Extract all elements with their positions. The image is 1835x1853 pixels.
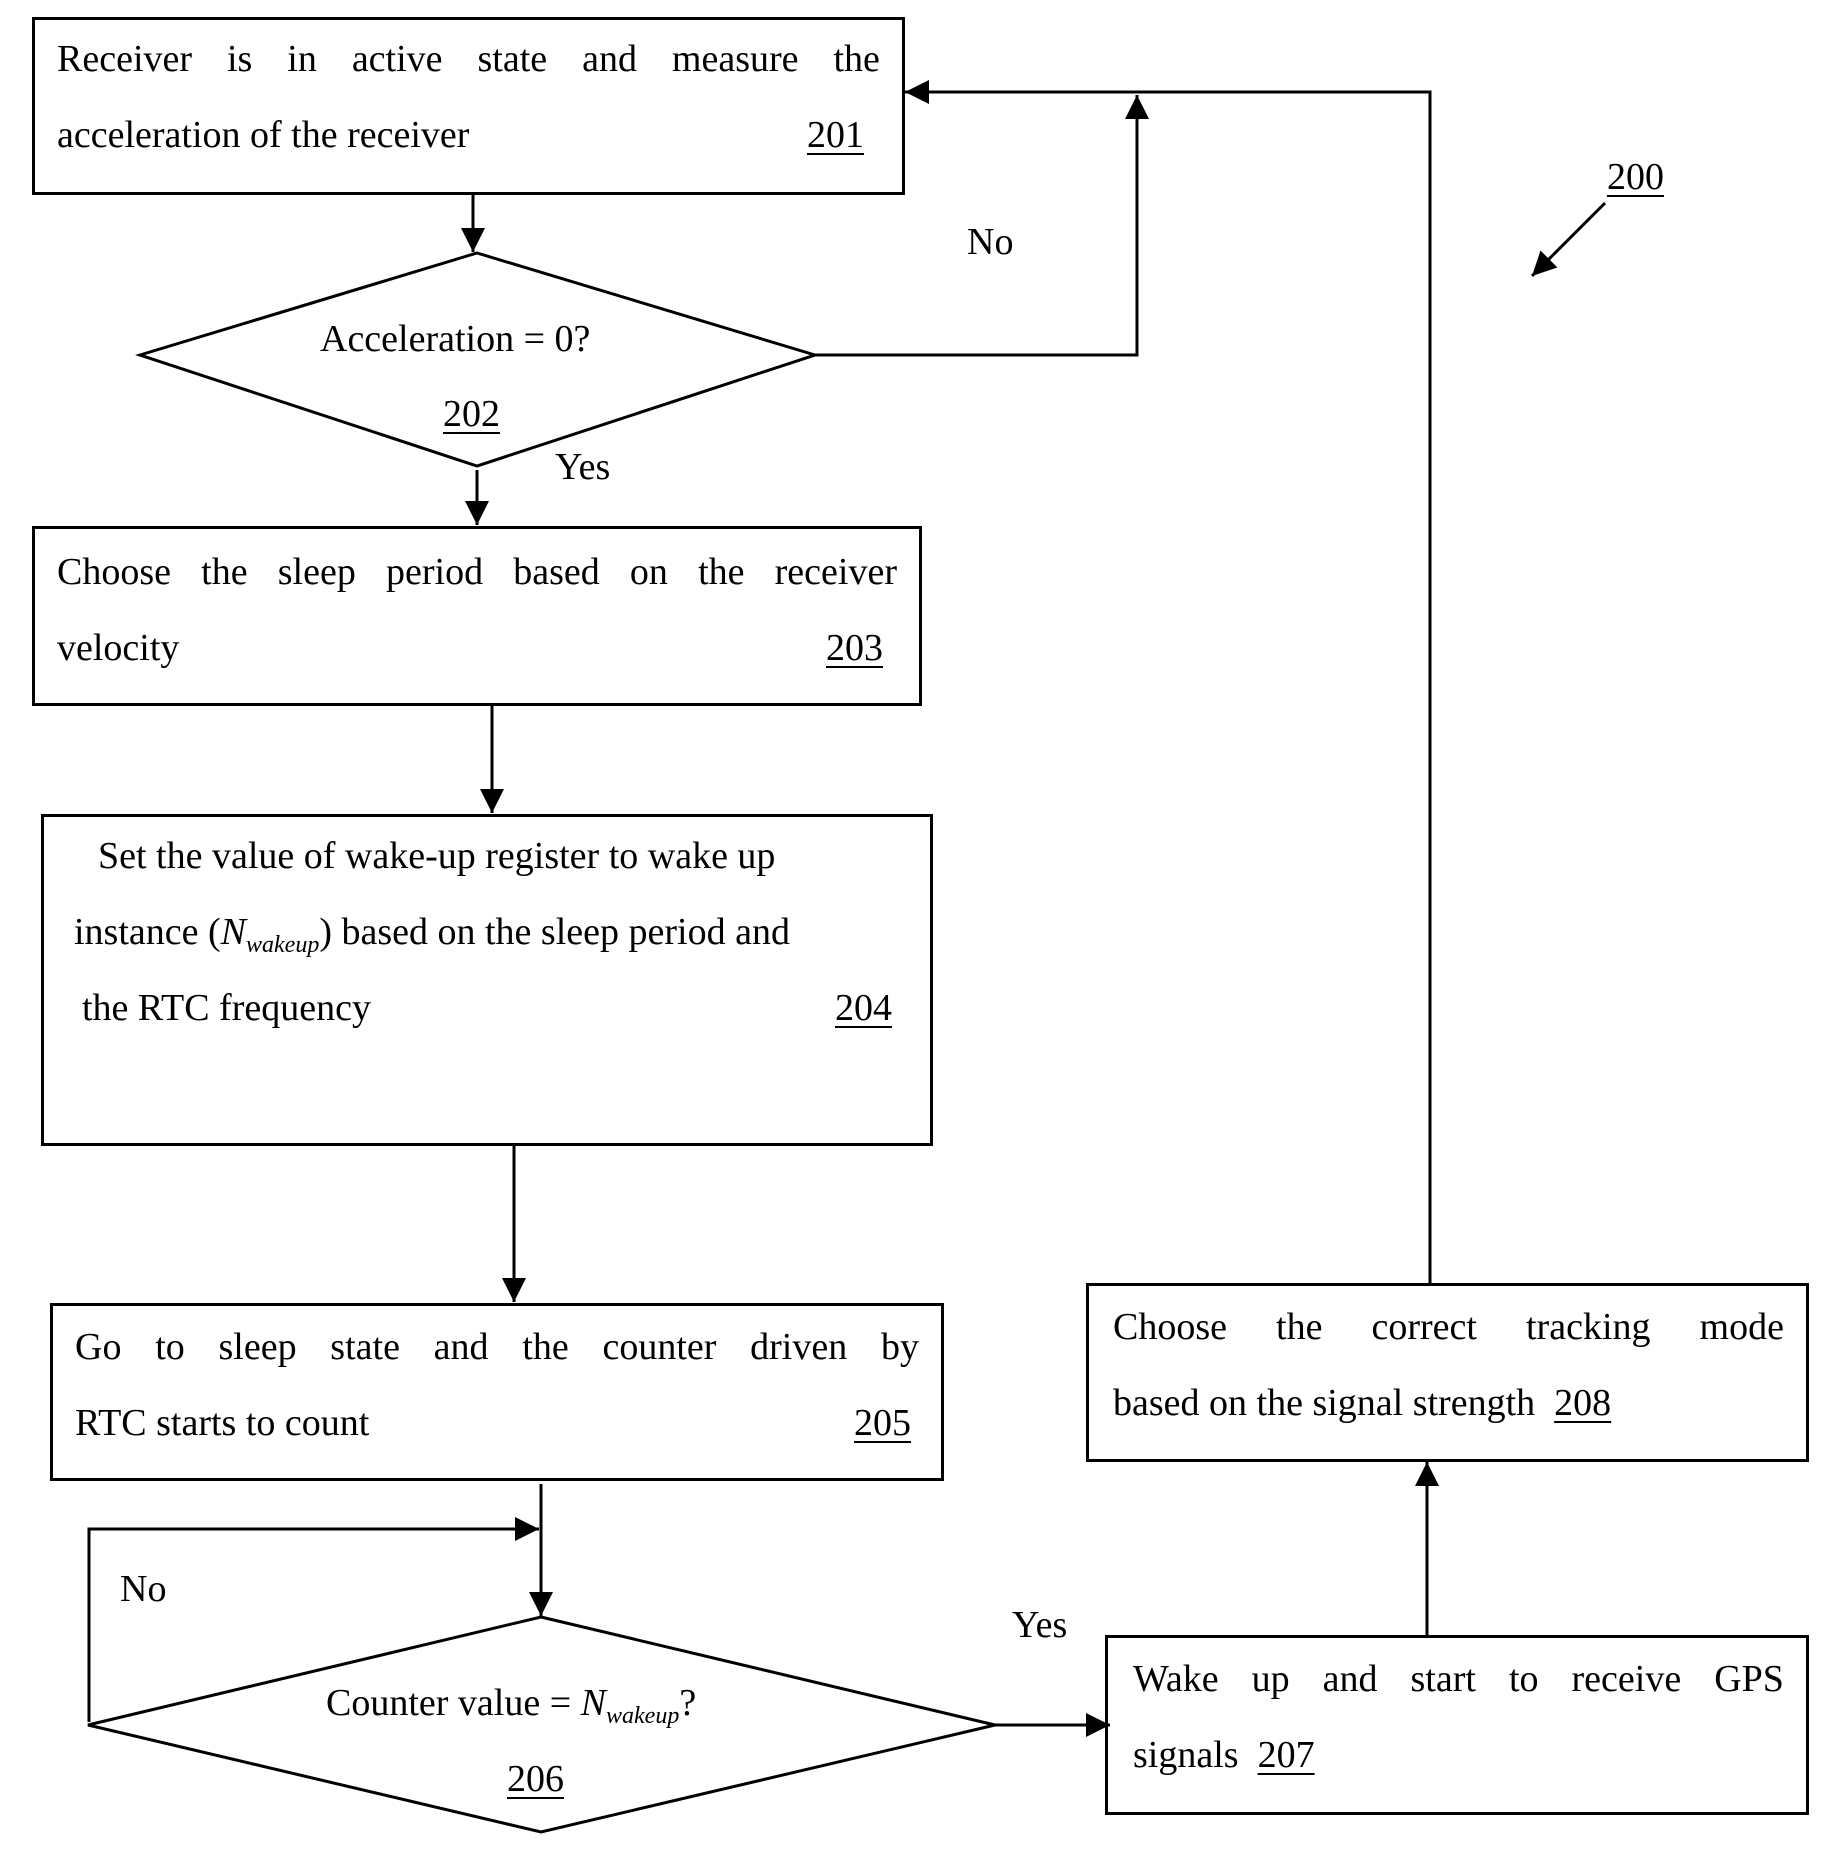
word: up <box>1251 1658 1290 1700</box>
word: and <box>433 1326 489 1368</box>
word: Go <box>75 1326 122 1368</box>
decision-206-no-label: No <box>120 1568 167 1610</box>
subscript-wakeup: wakeup <box>606 1703 680 1729</box>
step-203-ref: 203 <box>826 627 883 669</box>
subscript-wakeup: wakeup <box>246 932 320 958</box>
step-201-line1: Receiver is in active state and measure … <box>57 40 880 78</box>
word: active <box>351 38 443 80</box>
word: is <box>226 38 253 80</box>
variable-n: N <box>580 1682 607 1724</box>
word: period <box>385 551 484 593</box>
word: start <box>1410 1658 1476 1700</box>
step-208-line1: Choose the correct tracking mode <box>1113 1308 1784 1346</box>
step-201-ref: 201 <box>807 114 864 156</box>
word: counter <box>602 1326 717 1368</box>
word: mode <box>1699 1306 1784 1348</box>
step-205-line1: Go to sleep state and the counter driven… <box>75 1328 919 1366</box>
decision-202-ref: 202 <box>443 393 500 435</box>
step-205-ref: 205 <box>854 1402 911 1444</box>
figure-ref-number: 200 <box>1607 156 1664 198</box>
word: Receiver <box>57 38 193 80</box>
word: measure <box>671 38 799 80</box>
arrow-208-to-201 <box>905 80 1432 1283</box>
step-203-line2: velocity <box>57 627 180 669</box>
decision-202-no-label: No <box>967 221 1014 263</box>
decision-202-yes-label: Yes <box>555 446 611 488</box>
word: sleep <box>218 1326 297 1368</box>
process-box-207: Wake up and start to receive GPS signals… <box>1105 1635 1809 1815</box>
step-207-line1: Wake up and start to receive GPS <box>1133 1660 1784 1698</box>
step-204-line3: the RTC frequency <box>82 987 371 1029</box>
step-204-ref: 204 <box>835 987 892 1029</box>
word: receive <box>1571 1658 1682 1700</box>
word: by <box>880 1326 919 1368</box>
decision-206-question: Counter value = Nwakeup? <box>326 1684 696 1728</box>
process-box-203: Choose the sleep period based on the rec… <box>32 526 922 706</box>
text-segment: instance ( <box>74 911 221 953</box>
word: Wake <box>1133 1658 1219 1700</box>
word: to <box>155 1326 185 1368</box>
step-204-line2: instance (Nwakeup) based on the sleep pe… <box>74 913 790 957</box>
word: receiver <box>774 551 897 593</box>
step-204-line1: Set the value of wake-up register to wak… <box>98 835 776 877</box>
word: GPS <box>1714 1658 1784 1700</box>
word: correct <box>1371 1306 1477 1348</box>
word: on <box>629 551 668 593</box>
text-segment: ? <box>679 1682 697 1724</box>
word: Choose <box>1113 1306 1227 1348</box>
step-203-line1: Choose the sleep period based on the rec… <box>57 553 897 591</box>
word: state <box>477 38 548 80</box>
word: driven <box>750 1326 848 1368</box>
word: in <box>287 38 317 80</box>
step-208-line2: based on the signal strength 208 <box>1113 1384 1611 1422</box>
word: Choose <box>57 551 171 593</box>
variable-n: N <box>220 911 247 953</box>
word: the <box>522 1326 569 1368</box>
text-segment: based on the signal strength <box>1113 1382 1536 1424</box>
word: the <box>1276 1306 1323 1348</box>
process-box-204: Set the value of wake-up register to wak… <box>41 814 933 1146</box>
text-segment: signals <box>1133 1734 1239 1776</box>
text-segment: Counter value = <box>326 1682 581 1724</box>
decision-202-question: Acceleration = 0? <box>320 318 591 360</box>
decision-206-ref: 206 <box>507 1758 564 1800</box>
process-box-208: Choose the correct tracking mode based o… <box>1086 1283 1809 1462</box>
word: and <box>1322 1658 1378 1700</box>
word: the <box>201 551 248 593</box>
decision-206-yes-label: Yes <box>1012 1604 1068 1646</box>
word: state <box>330 1326 400 1368</box>
step-207-ref: 207 <box>1257 1734 1315 1776</box>
word: the <box>698 551 745 593</box>
step-201-line2: acceleration of the receiver <box>57 114 470 156</box>
word: tracking <box>1526 1306 1651 1348</box>
process-box-201: Receiver is in active state and measure … <box>32 17 905 195</box>
word: the <box>833 38 880 80</box>
word: based <box>513 551 600 593</box>
text-segment: ) based on the sleep period and <box>319 911 790 953</box>
word: to <box>1508 1658 1539 1700</box>
word: sleep <box>277 551 356 593</box>
figure-ref-leader-arrow <box>1530 201 1607 278</box>
process-box-205: Go to sleep state and the counter driven… <box>50 1303 944 1481</box>
step-207-line2: signals 207 <box>1133 1736 1315 1774</box>
step-208-ref: 208 <box>1554 1382 1612 1424</box>
word: and <box>582 38 637 80</box>
step-205-line2: RTC starts to count <box>75 1402 370 1444</box>
